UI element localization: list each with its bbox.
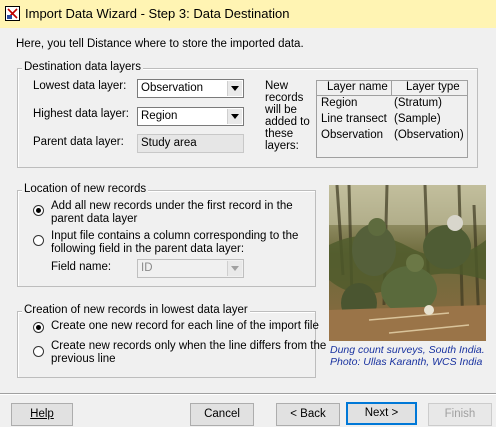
note-line: records <box>265 92 304 104</box>
table-cell: Region <box>321 97 358 109</box>
column-header-layer-name: Layer name <box>327 81 388 93</box>
creation-option-2-label[interactable]: Create new records only when the line di… <box>51 340 326 352</box>
location-option-2-label[interactable]: Input file contains a column correspondi… <box>51 230 298 242</box>
chevron-down-icon[interactable] <box>227 261 242 276</box>
layer-table-header: Layer name Layer type <box>317 81 467 96</box>
lowest-layer-label: Lowest data layer: <box>33 80 127 92</box>
creation-option-2-label[interactable]: previous line <box>51 353 116 365</box>
help-button-label: Help <box>30 408 54 420</box>
note-line: will be <box>265 104 297 116</box>
creation-legend: Creation of new records in lowest data l… <box>22 304 250 316</box>
back-button-label: < Back <box>290 408 326 420</box>
parent-layer-field: Study area <box>137 134 244 153</box>
survey-photo <box>329 185 486 341</box>
wizard-app-icon <box>5 6 20 21</box>
lowest-layer-value: Observation <box>141 82 204 94</box>
back-button[interactable]: < Back <box>276 403 340 426</box>
location-option-1-label[interactable]: parent data layer <box>51 213 137 225</box>
note-line: layers: <box>265 140 299 152</box>
table-cell: Observation <box>321 129 384 141</box>
layer-table: Layer name Layer type Region (Stratum) L… <box>316 80 468 158</box>
column-header-layer-type: Layer type <box>406 81 460 93</box>
creation-radio-2[interactable] <box>33 346 44 357</box>
table-cell: (Sample) <box>394 113 441 125</box>
table-cell: Line transect <box>321 113 387 125</box>
creation-radio-1[interactable] <box>33 322 44 333</box>
chevron-down-icon[interactable] <box>227 81 242 96</box>
survey-photo-image <box>329 185 486 341</box>
finish-button[interactable]: Finish <box>428 403 492 426</box>
next-button[interactable]: Next > <box>346 402 417 425</box>
photo-caption-line: Photo: Ullas Karanth, WCS India <box>330 356 483 368</box>
creation-option-1-label[interactable]: Create one new record for each line of t… <box>51 320 319 332</box>
highest-layer-value: Region <box>141 110 178 122</box>
location-radio-1[interactable] <box>33 205 44 216</box>
cancel-button-label: Cancel <box>204 408 240 420</box>
field-name-label: Field name: <box>51 261 112 273</box>
note-line: added to <box>265 116 310 128</box>
table-cell: (Observation) <box>394 129 464 141</box>
highest-layer-label: Highest data layer: <box>33 108 129 120</box>
intro-text: Here, you tell Distance where to store t… <box>16 38 304 50</box>
parent-layer-label: Parent data layer: <box>33 136 124 148</box>
location-option-2-label[interactable]: following field in the parent data layer… <box>51 243 244 255</box>
title-bar[interactable]: Import Data Wizard - Step 3: Data Destin… <box>0 0 496 28</box>
parent-layer-value: Study area <box>141 137 197 149</box>
field-name-value: ID <box>141 262 153 274</box>
note-line: New <box>265 80 289 92</box>
help-button[interactable]: Help <box>11 403 73 426</box>
window-title: Import Data Wizard - Step 3: Data Destin… <box>25 6 290 21</box>
highest-layer-select[interactable]: Region <box>137 107 244 126</box>
chevron-down-icon[interactable] <box>227 109 242 124</box>
next-button-label: Next > <box>364 407 399 419</box>
footer-divider <box>0 393 496 395</box>
location-legend: Location of new records <box>22 183 149 195</box>
destination-layers-legend: Destination data layers <box>22 61 143 73</box>
cancel-button[interactable]: Cancel <box>190 403 254 426</box>
location-radio-2[interactable] <box>33 235 44 246</box>
location-option-1-label[interactable]: Add all new records under the first reco… <box>51 200 293 212</box>
photo-caption-line: Dung count surveys, South India. <box>330 344 485 356</box>
import-wizard-window: Import Data Wizard - Step 3: Data Destin… <box>0 0 496 427</box>
finish-button-label: Finish <box>444 408 476 420</box>
note-line: these <box>265 128 294 140</box>
field-name-select[interactable]: ID <box>137 259 244 278</box>
table-cell: (Stratum) <box>394 97 442 109</box>
lowest-layer-select[interactable]: Observation <box>137 79 244 98</box>
